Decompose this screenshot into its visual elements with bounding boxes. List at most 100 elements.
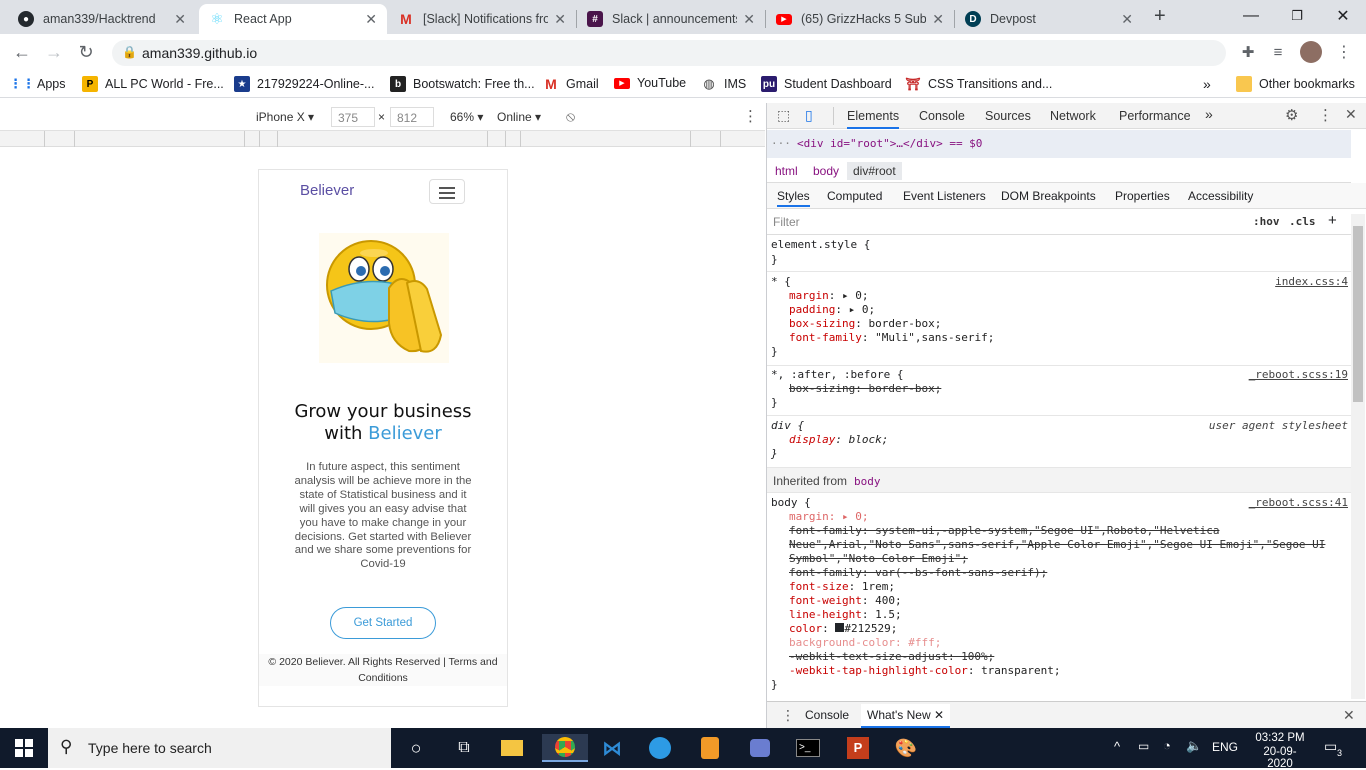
new-tab-icon[interactable]: +	[1154, 5, 1166, 28]
tab-slack-announcements[interactable]: # Slack | announcements ✕	[577, 4, 765, 34]
back-icon[interactable]: ←	[10, 40, 34, 64]
dom-ellipsis-icon[interactable]: ···	[771, 137, 791, 150]
inspect-element-icon[interactable]: ⬚	[777, 107, 790, 124]
chrome-taskbar-icon[interactable]	[542, 734, 588, 762]
taskbar-search-box[interactable]: ⚲ Type here to search	[48, 728, 391, 768]
app-notification-icon[interactable]	[742, 734, 778, 762]
tab-performance[interactable]: Performance	[1119, 109, 1191, 123]
subtab-properties[interactable]: Properties	[1115, 189, 1170, 203]
window-close-icon[interactable]: ✕	[1320, 0, 1366, 32]
tab-slack-notifications[interactable]: M [Slack] Notifications fro ✕	[388, 4, 576, 34]
edge-icon[interactable]	[642, 734, 678, 762]
devtools-close-icon[interactable]: ✕	[1345, 106, 1357, 123]
close-icon[interactable]: ✕	[743, 11, 755, 28]
reload-icon[interactable]: ↻	[74, 40, 98, 64]
profile-avatar[interactable]	[1300, 41, 1322, 63]
show-hidden-icons[interactable]: ^	[1114, 739, 1120, 754]
close-icon[interactable]: ✕	[174, 11, 186, 28]
crumb-body[interactable]: body	[813, 164, 839, 178]
subtab-accessibility[interactable]: Accessibility	[1188, 189, 1253, 203]
tab-elements[interactable]: Elements	[847, 109, 900, 129]
crumb-root[interactable]: div#root	[847, 162, 902, 180]
device-menu-icon[interactable]: ⋮	[743, 107, 758, 125]
clock[interactable]: 03:32 PM 20-09-2020	[1252, 732, 1308, 770]
subtab-event-listeners[interactable]: Event Listeners	[903, 189, 986, 203]
device-toggle-icon[interactable]: ▯	[805, 107, 813, 124]
subtab-styles[interactable]: Styles	[777, 189, 810, 207]
menu-icon[interactable]: ⋮	[1332, 40, 1356, 64]
bookmark-pcworld[interactable]: P ALL PC World - Fre...	[82, 76, 224, 92]
restore-icon[interactable]: ❐	[1274, 0, 1320, 32]
network-throttle-select[interactable]: Online ▾	[497, 110, 541, 124]
cortana-icon[interactable]: ○	[398, 734, 434, 762]
bookmark-online[interactable]: ★ 217929224-Online-...	[234, 76, 374, 92]
new-style-rule-icon[interactable]: +	[1328, 212, 1337, 229]
wifi-icon[interactable]: ◔	[1163, 738, 1171, 753]
source-link-reboot-41[interactable]: _reboot.scss:41	[1249, 496, 1348, 509]
bookmark-apps[interactable]: ⋮⋮ Apps	[9, 76, 66, 92]
tab-network[interactable]: Network	[1050, 109, 1096, 123]
bookmark-gmail[interactable]: M Gmail	[543, 76, 599, 92]
styles-scrollbar[interactable]	[1351, 214, 1365, 699]
devtools-menu-icon[interactable]: ⋮	[1318, 106, 1333, 124]
forward-icon[interactable]: →	[42, 40, 66, 64]
hov-toggle[interactable]: :hov	[1253, 215, 1280, 228]
inherited-body-link[interactable]: body	[854, 475, 881, 488]
paint-icon[interactable]: 🎨	[888, 734, 924, 762]
address-bar[interactable]: 🔒 aman339.github.io	[112, 40, 1226, 66]
tab-hacktrend[interactable]: ● aman339/Hacktrend ✕	[8, 4, 196, 34]
bookmark-student-dashboard[interactable]: pu Student Dashboard	[761, 76, 892, 92]
close-icon[interactable]: ✕	[932, 11, 944, 28]
close-icon[interactable]: ✕	[554, 11, 566, 28]
other-bookmarks[interactable]: Other bookmarks	[1236, 76, 1355, 92]
rotate-icon[interactable]: ⦸	[566, 108, 575, 125]
language-indicator[interactable]: ENG	[1212, 740, 1238, 754]
bookmark-youtube[interactable]: ▶ YouTube	[614, 76, 686, 90]
source-link-index-css[interactable]: index.css:4	[1275, 275, 1348, 288]
drawer-tab-whats-new[interactable]: What's New ✕	[861, 704, 951, 728]
cls-toggle[interactable]: .cls	[1289, 215, 1316, 228]
vscode-icon[interactable]: ⋈	[594, 734, 630, 762]
device-width-input[interactable]: 375	[331, 107, 375, 127]
close-icon[interactable]: ✕	[365, 11, 377, 28]
get-started-button[interactable]: Get Started	[330, 607, 436, 639]
tab-grizzhacks[interactable]: ▶ (65) GrizzHacks 5 Subm ✕	[766, 4, 954, 34]
extensions-icon[interactable]: ✚	[1236, 40, 1260, 64]
subtab-dom-breakpoints[interactable]: DOM Breakpoints	[1001, 189, 1096, 203]
more-tabs-icon[interactable]: »	[1205, 106, 1213, 122]
source-link-reboot-19[interactable]: _reboot.scss:19	[1249, 368, 1348, 381]
media-control-icon[interactable]: ≡	[1266, 40, 1290, 64]
file-explorer-icon[interactable]	[494, 734, 530, 762]
terminal-icon[interactable]: >_	[790, 734, 826, 762]
powerpoint-icon[interactable]: P	[840, 734, 876, 762]
subtab-computed[interactable]: Computed	[827, 189, 882, 203]
drawer-close-icon[interactable]: ✕	[1343, 707, 1355, 724]
close-icon[interactable]: ✕	[1121, 11, 1133, 28]
minimize-icon[interactable]: —	[1228, 0, 1274, 32]
media-query-ruler[interactable]	[0, 131, 765, 147]
tab-console[interactable]: Console	[919, 109, 965, 123]
crumb-html[interactable]: html	[775, 164, 798, 178]
sublime-icon[interactable]	[692, 734, 728, 762]
bookmark-ims[interactable]: ◍ IMS	[701, 76, 746, 92]
more-bookmarks-icon[interactable]: »	[1203, 76, 1211, 92]
drawer-menu-icon[interactable]: ⋮	[781, 707, 795, 724]
device-height-input[interactable]: 812	[390, 107, 434, 127]
task-view-icon[interactable]: ⧉	[446, 734, 482, 762]
notification-center-icon[interactable]: ▭	[1324, 738, 1337, 755]
hamburger-button[interactable]	[429, 179, 465, 204]
windows-start-icon[interactable]	[6, 734, 42, 762]
volume-icon[interactable]: 🔈	[1186, 738, 1202, 754]
bookmark-css-transitions[interactable]: ⛩ CSS Transitions and...	[905, 76, 1052, 92]
settings-gear-icon[interactable]: ⚙	[1285, 106, 1298, 124]
styles-filter-input[interactable]: Filter	[773, 215, 1243, 229]
tab-sources[interactable]: Sources	[985, 109, 1031, 123]
tab-react-app[interactable]: ⚛ React App ✕	[199, 4, 387, 34]
brand-logo[interactable]: Believer	[300, 182, 354, 199]
device-select[interactable]: iPhone X ▾	[256, 110, 314, 124]
zoom-select[interactable]: 66% ▾	[450, 110, 483, 124]
drawer-tab-console[interactable]: Console	[805, 708, 849, 722]
battery-icon[interactable]: ▭	[1138, 739, 1149, 753]
bookmark-bootswatch[interactable]: b Bootswatch: Free th...	[390, 76, 535, 92]
tab-devpost[interactable]: D Devpost ✕	[955, 4, 1143, 34]
